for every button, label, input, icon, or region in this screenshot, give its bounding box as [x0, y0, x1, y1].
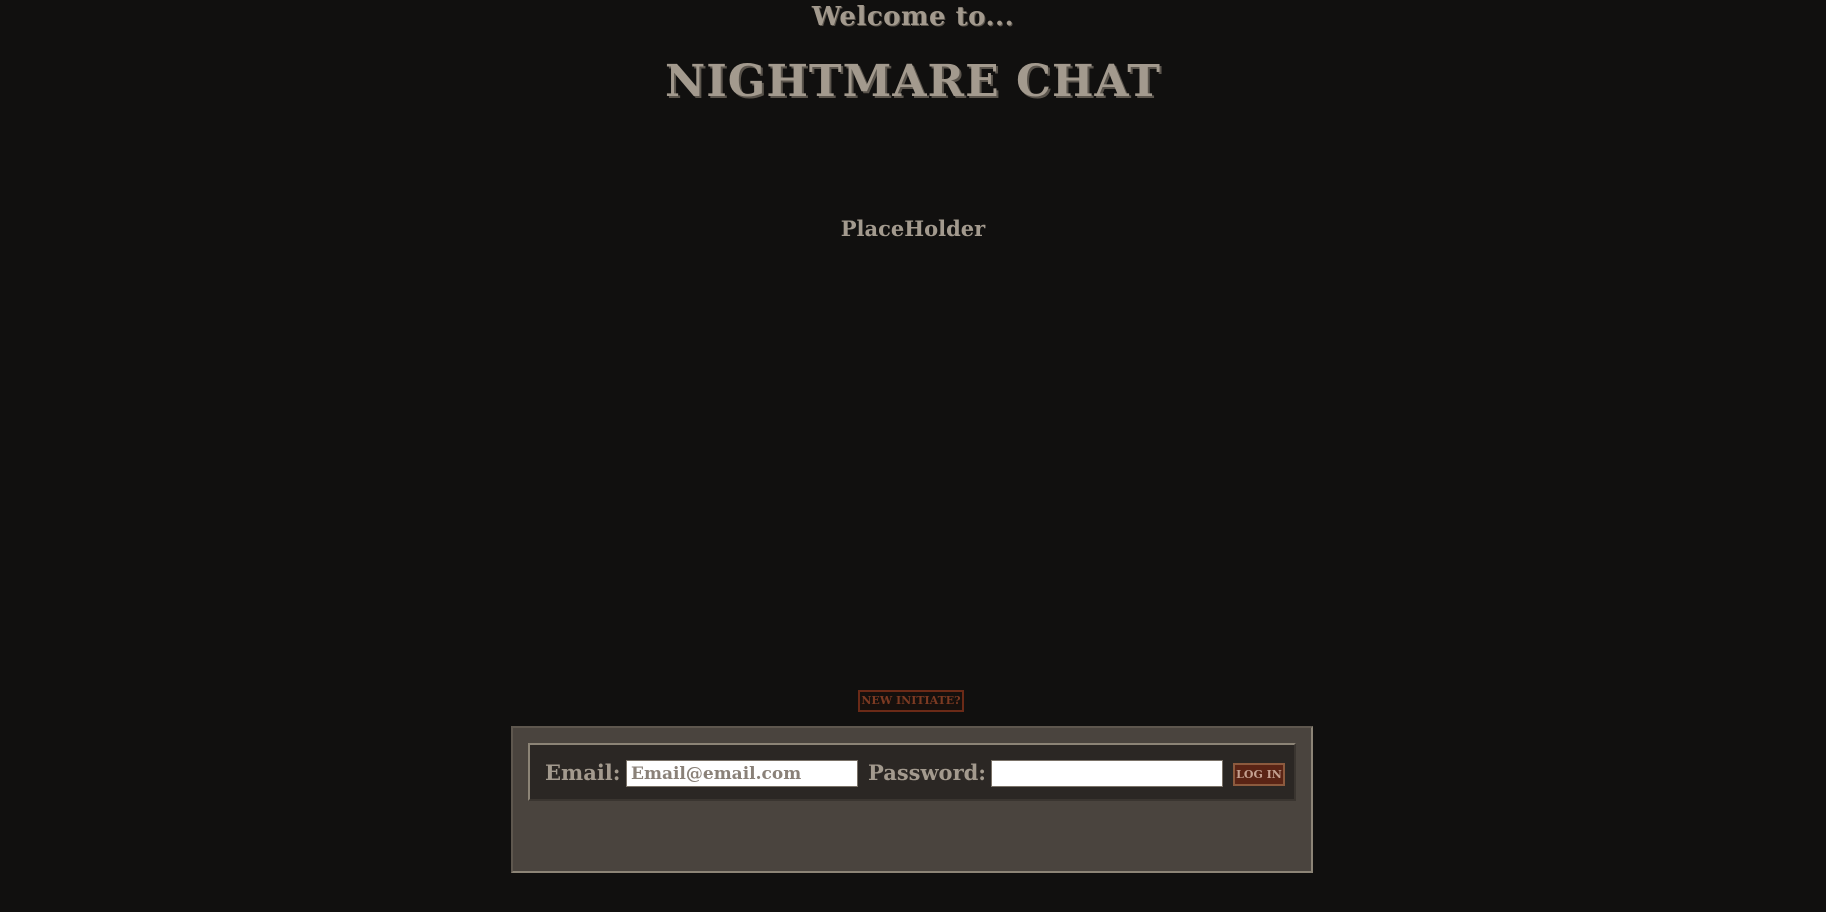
login-button[interactable]: LOG IN — [1233, 763, 1285, 786]
new-initiate-button[interactable]: NEW INITIATE? — [858, 690, 964, 712]
welcome-heading: Welcome to... — [811, 2, 1015, 32]
email-field[interactable] — [626, 760, 858, 787]
email-label: Email: — [545, 760, 621, 785]
login-panel: Email: Password: LOG IN — [511, 726, 1313, 873]
placeholder-text: PlaceHolder — [840, 216, 986, 241]
app-title: NIGHTMARE CHAT — [664, 56, 1162, 107]
password-field[interactable] — [991, 760, 1223, 787]
login-bar: Email: Password: LOG IN — [528, 743, 1296, 801]
password-label: Password: — [868, 760, 987, 785]
